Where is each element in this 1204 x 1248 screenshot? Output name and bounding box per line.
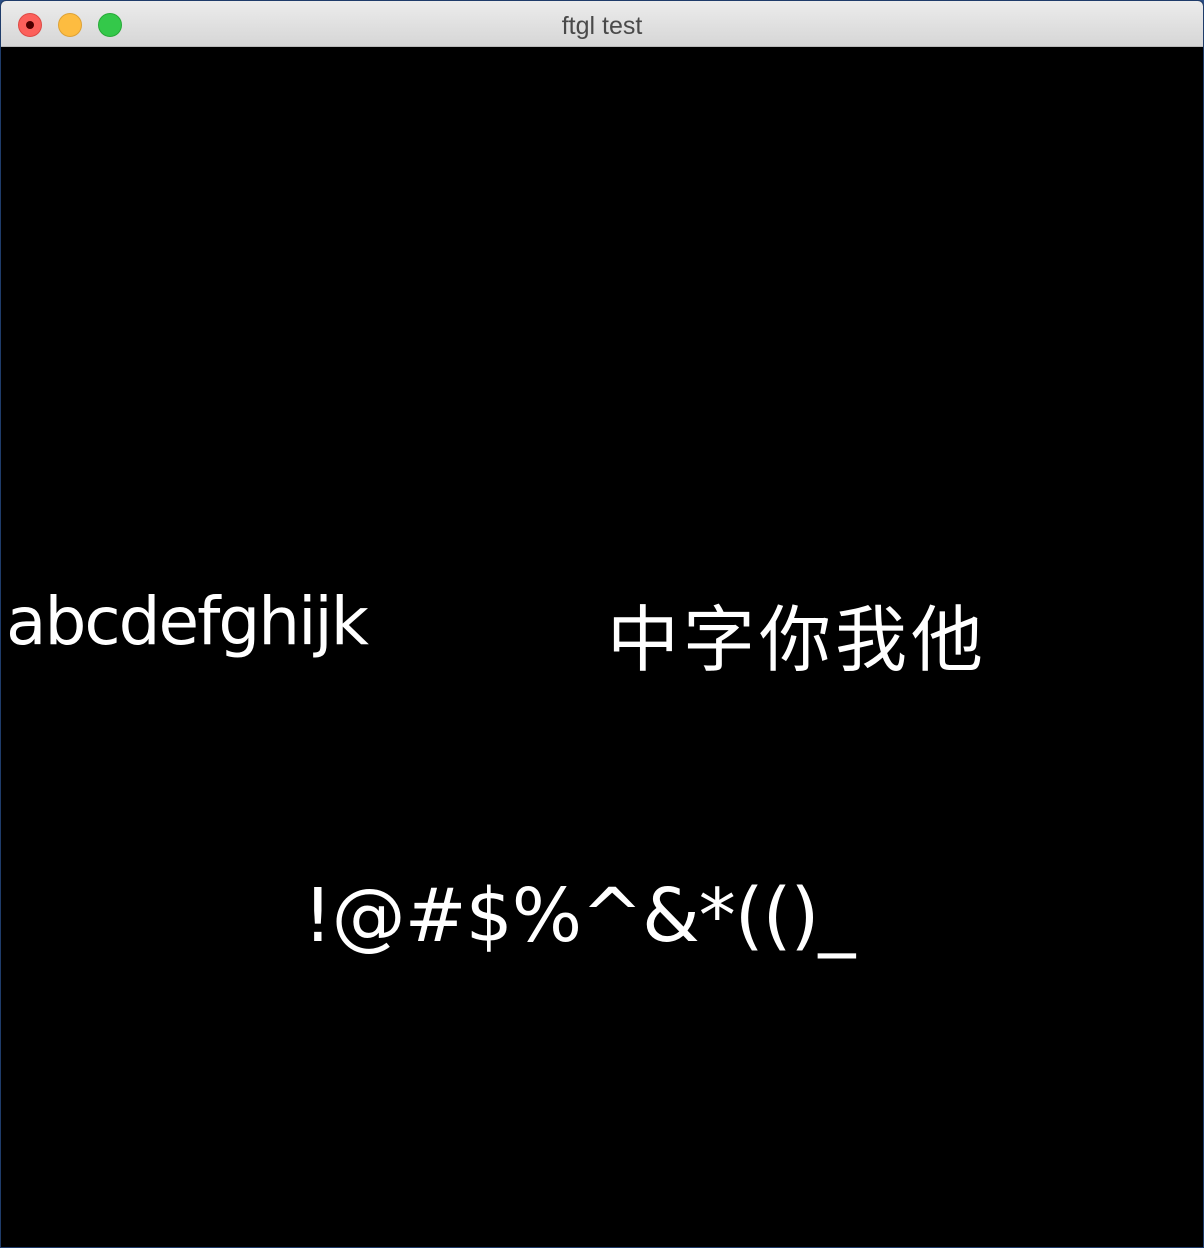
title-bar[interactable]: ftgl test (1, 1, 1203, 47)
cjk-text: 中字你我他 (607, 598, 988, 682)
app-window: ftgl test abcdefghijk 中字你我他 !@#$%^&*(()_ (1, 1, 1203, 1247)
window-title: ftgl test (561, 12, 643, 40)
gl-canvas[interactable]: abcdefghijk 中字你我他 !@#$%^&*(()_ (1, 47, 1203, 1247)
latin-text: abcdefghijk (6, 583, 369, 660)
symbol-text: !@#$%^&*(()_ (303, 873, 855, 959)
